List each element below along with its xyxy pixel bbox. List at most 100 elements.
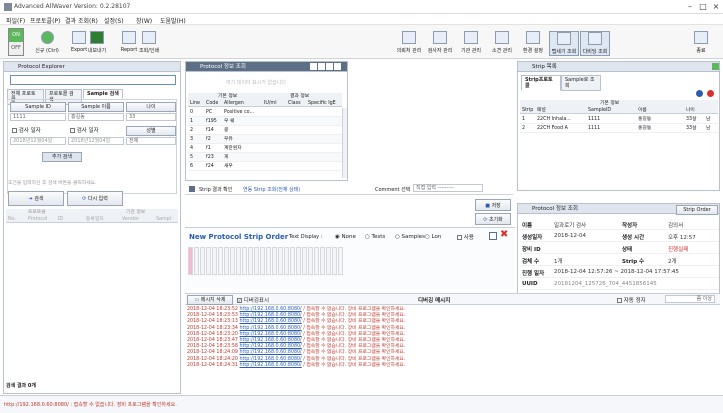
- close-icon[interactable]: ×: [711, 2, 721, 12]
- menu-item-3[interactable]: 설정(S): [104, 16, 124, 25]
- protocol-row[interactable]: 4 f1 계란흰자: [188, 144, 342, 153]
- log-url[interactable]: http://192.168.0.60:8080/: [239, 350, 301, 355]
- strip-slot[interactable]: [314, 247, 319, 275]
- strip-slot[interactable]: [188, 247, 193, 275]
- strip-slot[interactable]: [212, 247, 217, 275]
- delete-icon[interactable]: ✖: [500, 230, 508, 240]
- strip-slot[interactable]: [284, 247, 289, 275]
- remove-strip-icon[interactable]: [707, 90, 714, 97]
- explorer-search-input[interactable]: [10, 75, 176, 85]
- comment-select[interactable]: 직접 입력 ---------: [413, 184, 483, 192]
- strip-slot[interactable]: [224, 247, 229, 275]
- toolbar-right-button-6[interactable]: 다비딩 조회: [580, 31, 610, 56]
- menu-item-1[interactable]: 프로토콜(P): [30, 16, 60, 25]
- strip-slot[interactable]: [194, 247, 199, 275]
- toolbar-button-2[interactable]: 내보내기: [82, 31, 112, 54]
- strip-slot[interactable]: [308, 247, 313, 275]
- strip-slot[interactable]: [206, 247, 211, 275]
- strip-list-tab-0[interactable]: Strip프로토콜: [521, 75, 561, 91]
- exit-button[interactable]: 종료: [690, 31, 712, 54]
- strip-slot[interactable]: [236, 247, 241, 275]
- reset-button[interactable]: ⟳ 다시 입력: [67, 191, 123, 206]
- toolbar-right-button-1[interactable]: 검사자 관리: [425, 31, 455, 54]
- clear-log-button[interactable]: ▭ 메시지 삭제: [187, 295, 233, 305]
- display-option-1[interactable]: ○ Tests: [365, 234, 385, 240]
- log-url[interactable]: http://192.168.0.60:8080/: [239, 332, 301, 337]
- strip-list-close-icon[interactable]: [712, 63, 719, 70]
- display-option-0[interactable]: ◉ None: [335, 234, 356, 240]
- toolbar-button-0[interactable]: 신규 (Ctrl): [32, 31, 62, 54]
- print-icon[interactable]: [318, 63, 325, 70]
- strip-slot[interactable]: [296, 247, 301, 275]
- sample-name-input[interactable]: 홍길동: [68, 113, 124, 121]
- menu-item-0[interactable]: 파일(F): [6, 16, 25, 25]
- strip-list-tab-1[interactable]: Sample로 조회: [561, 75, 601, 91]
- strip-order-button[interactable]: Strip Order: [676, 205, 718, 215]
- power-toggle[interactable]: ON OFF: [8, 28, 24, 56]
- log-url[interactable]: http://192.168.0.60:8080/: [239, 363, 301, 368]
- save-button[interactable]: ■ 저장: [475, 199, 511, 211]
- log-url[interactable]: http://192.168.0.60:8080/: [239, 307, 301, 312]
- export-icon[interactable]: [326, 63, 333, 70]
- strip-slot[interactable]: [326, 247, 331, 275]
- protocol-row[interactable]: 6 f24 새우: [188, 162, 342, 171]
- sample-id-input[interactable]: 1111: [10, 113, 66, 121]
- toolbar-button-4[interactable]: 조회/인쇄: [134, 31, 164, 54]
- date-to-picker[interactable]: 2018년12월04일: [68, 137, 124, 145]
- log-url[interactable]: http://192.168.0.60:8080/: [239, 357, 301, 362]
- log-url[interactable]: http://192.168.0.60:8080/: [239, 326, 301, 331]
- search-button[interactable]: ➔ 검색: [8, 191, 64, 206]
- date-from-picker[interactable]: 2018년12월04일: [10, 137, 66, 145]
- print-check[interactable]: 사용: [457, 233, 474, 241]
- log-filter-input[interactable]: 쯤 이상: [665, 295, 715, 303]
- protocol-row[interactable]: 5 f23 게: [188, 153, 342, 162]
- reset-strip-button[interactable]: ⟳ 초기화: [475, 213, 511, 225]
- age-input[interactable]: 33: [126, 113, 176, 121]
- toolbar-right-button-0[interactable]: 의뢰처 관리: [394, 31, 424, 54]
- date-check-2[interactable]: 검사 일자: [70, 126, 120, 134]
- explorer-tab-2[interactable]: Sample 검색: [83, 89, 123, 99]
- save-icon[interactable]: [310, 63, 317, 70]
- debug-check[interactable]: ✓ 디버깅표시: [237, 296, 269, 304]
- menu-item-4[interactable]: 창(W): [136, 16, 152, 25]
- protocol-row[interactable]: 1 f195 우 쉐: [188, 117, 342, 126]
- strip-slot[interactable]: [260, 247, 265, 275]
- minimize-icon[interactable]: –: [685, 2, 695, 12]
- protocol-row[interactable]: 2 f14 콩: [188, 126, 342, 135]
- menu-item-5[interactable]: 도움말(H): [160, 16, 186, 25]
- display-option-2[interactable]: ○ Samples: [395, 234, 425, 240]
- maximize-icon[interactable]: □: [698, 2, 708, 12]
- strip-result-link[interactable]: 연동 Strip 조회(전체 상태): [243, 186, 300, 193]
- toolbar-right-button-5[interactable]: 탭세기 조회: [549, 31, 579, 56]
- strip-slot[interactable]: [242, 247, 247, 275]
- view-icon[interactable]: [489, 232, 497, 240]
- add-search-button[interactable]: 추가 검색: [42, 152, 82, 162]
- auto-stop-check[interactable]: 자동 정지: [617, 296, 646, 304]
- date-check-1[interactable]: 검사 일자: [12, 126, 62, 134]
- strip-slot[interactable]: [290, 247, 295, 275]
- log-url[interactable]: http://192.168.0.60:8080/: [239, 344, 301, 349]
- strip-slot[interactable]: [278, 247, 283, 275]
- toolbar-right-button-2[interactable]: 기관 관리: [456, 31, 486, 54]
- strip-slot[interactable]: [320, 247, 325, 275]
- protocol-row[interactable]: 3 f2 우유: [188, 135, 342, 144]
- strip-slot[interactable]: [338, 247, 343, 275]
- grid-icon[interactable]: [334, 63, 341, 70]
- gender-select[interactable]: 전체: [126, 137, 176, 145]
- toolbar-right-button-4[interactable]: 환경 설정: [518, 31, 548, 54]
- menu-item-2[interactable]: 결과 조회(R): [65, 16, 98, 25]
- strip-slot[interactable]: [254, 247, 259, 275]
- strip-slot[interactable]: [302, 247, 307, 275]
- scrollbar[interactable]: [342, 108, 347, 178]
- strip-row[interactable]: 2 22CH Food A 1111 홍길동 33살 남: [520, 124, 718, 133]
- strip-row[interactable]: 1 22CH Inhala... 1111 홍길동 33살 남: [520, 115, 718, 124]
- strip-slot[interactable]: [272, 247, 277, 275]
- strip-slot[interactable]: [332, 247, 337, 275]
- log-url[interactable]: http://192.168.0.60:8080/: [239, 319, 301, 324]
- strip-slot[interactable]: [230, 247, 235, 275]
- protocol-row[interactable]: 0 PC Positive co...: [188, 108, 342, 117]
- toolbar-right-button-3[interactable]: 소견 관리: [487, 31, 517, 54]
- log-url[interactable]: http://192.168.0.60:8080/: [239, 313, 301, 318]
- add-strip-icon[interactable]: [696, 90, 703, 97]
- strip-slot[interactable]: [200, 247, 205, 275]
